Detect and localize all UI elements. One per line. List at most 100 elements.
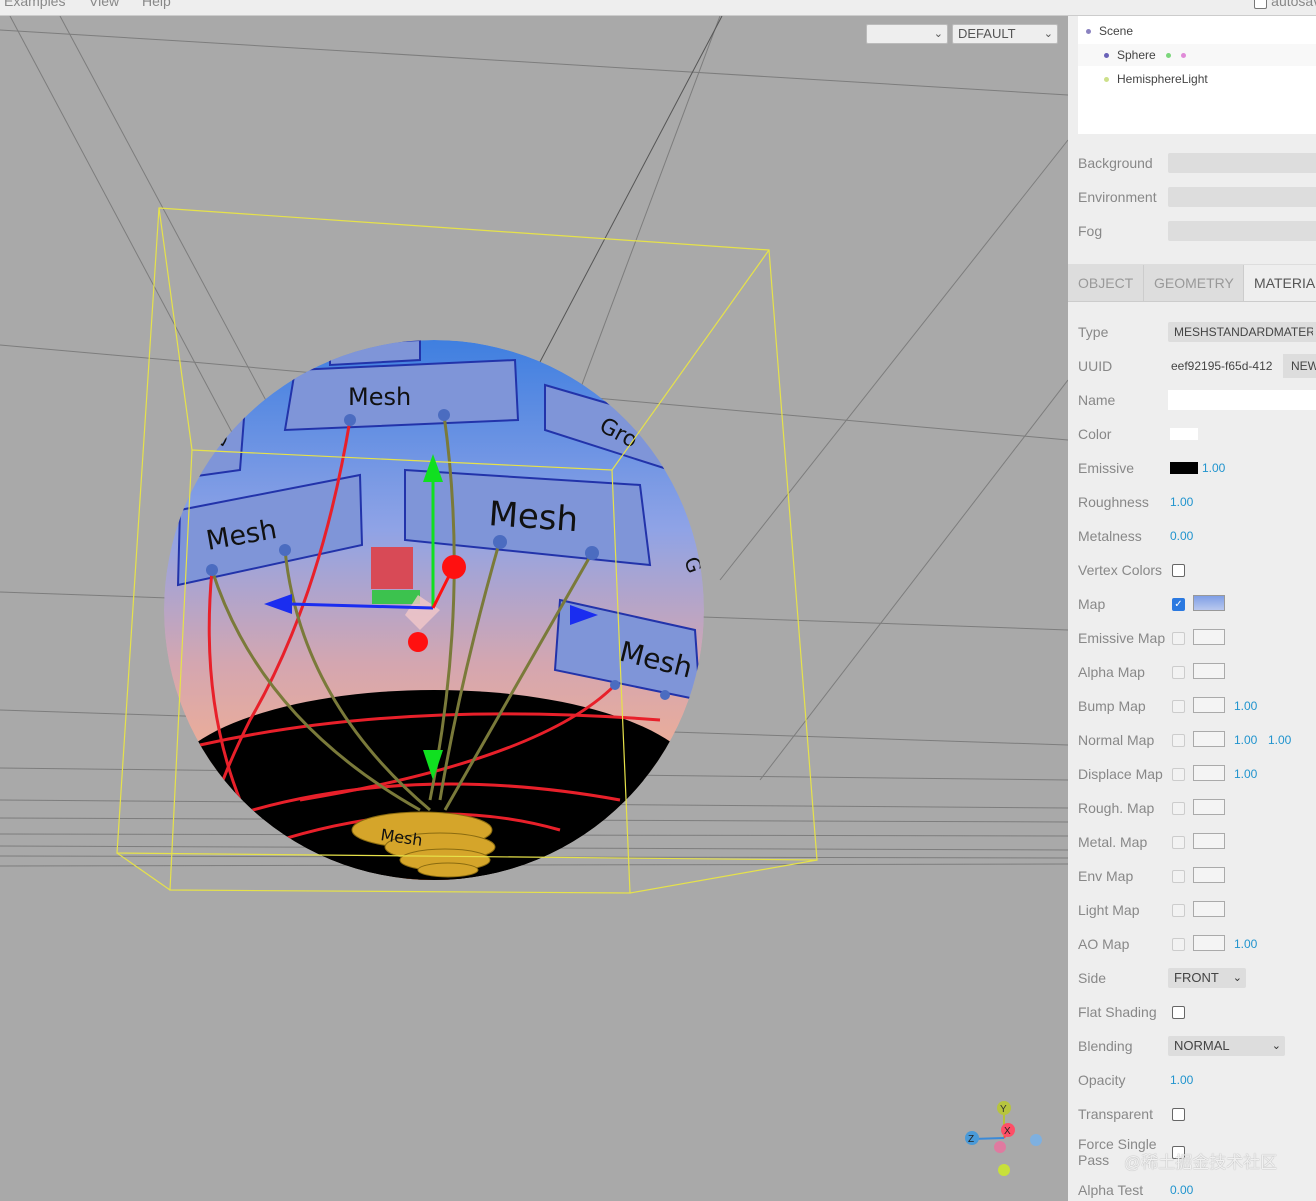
alpha-test-value[interactable]: 0.00 — [1170, 1179, 1193, 1201]
autosave-toggle[interactable]: autosave — [1254, 0, 1316, 9]
type-label: Type — [1078, 324, 1109, 340]
side-select[interactable]: FRONT ⌄ — [1168, 968, 1246, 988]
side-label: Side — [1078, 970, 1107, 986]
tab-object[interactable]: OBJECT — [1068, 265, 1144, 301]
view-helper-gizmo[interactable]: Y X Z — [965, 1101, 1042, 1176]
color-swatch[interactable] — [1170, 428, 1198, 440]
displace-scale-value[interactable]: 1.00 — [1234, 763, 1257, 785]
uuid-new-button[interactable]: NEW — [1283, 354, 1316, 378]
bump-scale-value[interactable]: 1.00 — [1234, 695, 1257, 717]
menu-examples[interactable]: Examples — [4, 0, 65, 9]
metal-map-thumbnail[interactable] — [1193, 833, 1225, 849]
scene-canvas[interactable]: Mesh Mesh Mesh Mesh Gro D G Mesh Y X Z — [0, 16, 1068, 1201]
menu-help[interactable]: Help — [142, 0, 171, 9]
material-dot-icon — [1180, 53, 1186, 59]
map-texture-thumbnail[interactable] — [1193, 595, 1225, 611]
bump-map-checkbox[interactable] — [1172, 700, 1185, 713]
blending-label: Blending — [1078, 1038, 1133, 1054]
emissive-color-swatch[interactable] — [1170, 462, 1198, 474]
map-checkbox[interactable]: ✓ — [1172, 598, 1185, 611]
bump-map-label: Bump Map — [1078, 698, 1146, 714]
color-label: Color — [1078, 426, 1112, 442]
material-type-value: MESHSTANDARDMATERIAL — [1174, 325, 1316, 339]
displace-map-checkbox[interactable] — [1172, 768, 1185, 781]
view-helper-x-label: X — [1004, 1126, 1011, 1137]
roughness-value[interactable]: 1.00 — [1170, 491, 1193, 513]
viewport-3d[interactable]: Mesh Mesh Mesh Mesh Gro D G Mesh Y X Z ⌄… — [0, 16, 1068, 1201]
background-label: Background — [1078, 155, 1153, 171]
metal-map-checkbox[interactable] — [1172, 836, 1185, 849]
outliner-item-scene[interactable]: Scene — [1086, 20, 1133, 42]
force-single-pass-label-line2: Pass — [1078, 1152, 1110, 1168]
map-label: Map — [1078, 596, 1106, 612]
name-label: Name — [1078, 392, 1116, 408]
material-name-input[interactable] — [1168, 390, 1316, 410]
geometry-dot-icon — [1165, 53, 1171, 59]
fog-select[interactable]: ⌄ — [1168, 221, 1316, 241]
flat-shading-checkbox[interactable] — [1172, 1006, 1185, 1019]
env-map-checkbox[interactable] — [1172, 870, 1185, 883]
light-map-thumbnail[interactable] — [1193, 901, 1225, 917]
tab-geometry[interactable]: GEOMETRY — [1144, 265, 1244, 301]
alpha-test-label: Alpha Test — [1078, 1182, 1144, 1198]
uuid-value: eef92195-f65d-412 — [1171, 359, 1273, 373]
light-map-label: Light Map — [1078, 902, 1140, 918]
ao-map-checkbox[interactable] — [1172, 938, 1185, 951]
outliner-item-hemispherelight[interactable]: HemisphereLight — [1104, 68, 1208, 90]
normal-scale-x-value[interactable]: 1.00 — [1234, 729, 1257, 751]
background-select[interactable]: ⌄ — [1168, 153, 1316, 173]
emissive-intensity-value[interactable]: 1.00 — [1202, 457, 1225, 479]
vertex-colors-checkbox[interactable] — [1172, 564, 1185, 577]
metal-map-label: Metal. Map — [1078, 834, 1148, 850]
displace-map-label: Displace Map — [1078, 766, 1163, 782]
normal-scale-y-value[interactable]: 1.00 — [1268, 729, 1291, 751]
rough-map-thumbnail[interactable] — [1193, 799, 1225, 815]
metalness-value[interactable]: 0.00 — [1170, 525, 1193, 547]
fog-label: Fog — [1078, 223, 1103, 239]
opacity-value[interactable]: 1.00 — [1170, 1069, 1193, 1091]
bump-map-thumbnail[interactable] — [1193, 697, 1225, 713]
chevron-down-icon: ⌄ — [1043, 28, 1053, 40]
emissive-map-checkbox[interactable] — [1172, 632, 1185, 645]
chevron-down-icon: ⌄ — [933, 28, 943, 40]
emissive-map-thumbnail[interactable] — [1193, 629, 1225, 645]
side-select-value: FRONT — [1174, 970, 1219, 985]
autosave-label: autosave — [1271, 0, 1316, 9]
ao-intensity-value[interactable]: 1.00 — [1234, 933, 1257, 955]
shading-select[interactable]: DEFAULT ⌄ — [952, 24, 1058, 44]
rough-map-checkbox[interactable] — [1172, 802, 1185, 815]
alpha-map-checkbox[interactable] — [1172, 666, 1185, 679]
camera-select[interactable]: ⌄ — [866, 24, 948, 44]
alpha-map-thumbnail[interactable] — [1193, 663, 1225, 679]
env-map-thumbnail[interactable] — [1193, 867, 1225, 883]
view-helper-y-label: Y — [1000, 1104, 1007, 1115]
menu-view[interactable]: View — [89, 0, 119, 9]
blending-select[interactable]: NORMAL ⌄ — [1168, 1036, 1285, 1056]
normal-map-checkbox[interactable] — [1172, 734, 1185, 747]
chevron-down-icon: ⌄ — [1230, 968, 1242, 988]
opacity-label: Opacity — [1078, 1072, 1126, 1088]
outliner-item-sphere[interactable]: Sphere — [1078, 44, 1316, 66]
flat-shading-label: Flat Shading — [1078, 1004, 1157, 1020]
environment-select[interactable]: ⌄ — [1168, 187, 1316, 207]
displace-map-thumbnail[interactable] — [1193, 765, 1225, 781]
environment-label: Environment — [1078, 189, 1157, 205]
shading-select-value: DEFAULT — [958, 26, 1016, 41]
properties-tabs: OBJECT GEOMETRY MATERIAL — [1068, 264, 1316, 302]
ao-map-thumbnail[interactable] — [1193, 935, 1225, 951]
emissive-label: Emissive — [1078, 460, 1135, 476]
normal-map-thumbnail[interactable] — [1193, 731, 1225, 747]
autosave-checkbox[interactable] — [1254, 0, 1268, 9]
light-map-checkbox[interactable] — [1172, 904, 1185, 917]
material-type-select[interactable]: MESHSTANDARDMATERIAL⌄ — [1168, 322, 1316, 342]
transparent-checkbox[interactable] — [1172, 1108, 1185, 1121]
vertex-colors-label: Vertex Colors — [1078, 562, 1163, 578]
outliner-item-label: HemisphereLight — [1117, 72, 1208, 86]
sphere-label-mesh-top: Mesh — [348, 383, 411, 411]
tab-material[interactable]: MATERIAL — [1244, 265, 1316, 301]
emissive-map-label: Emissive Map — [1078, 630, 1166, 646]
outliner-item-label: Sphere — [1117, 48, 1156, 62]
sphere-label-mesh-center: Mesh — [487, 494, 579, 540]
scene-outliner[interactable]: Scene Sphere HemisphereLight — [1078, 16, 1316, 134]
env-map-label: Env Map — [1078, 868, 1134, 884]
